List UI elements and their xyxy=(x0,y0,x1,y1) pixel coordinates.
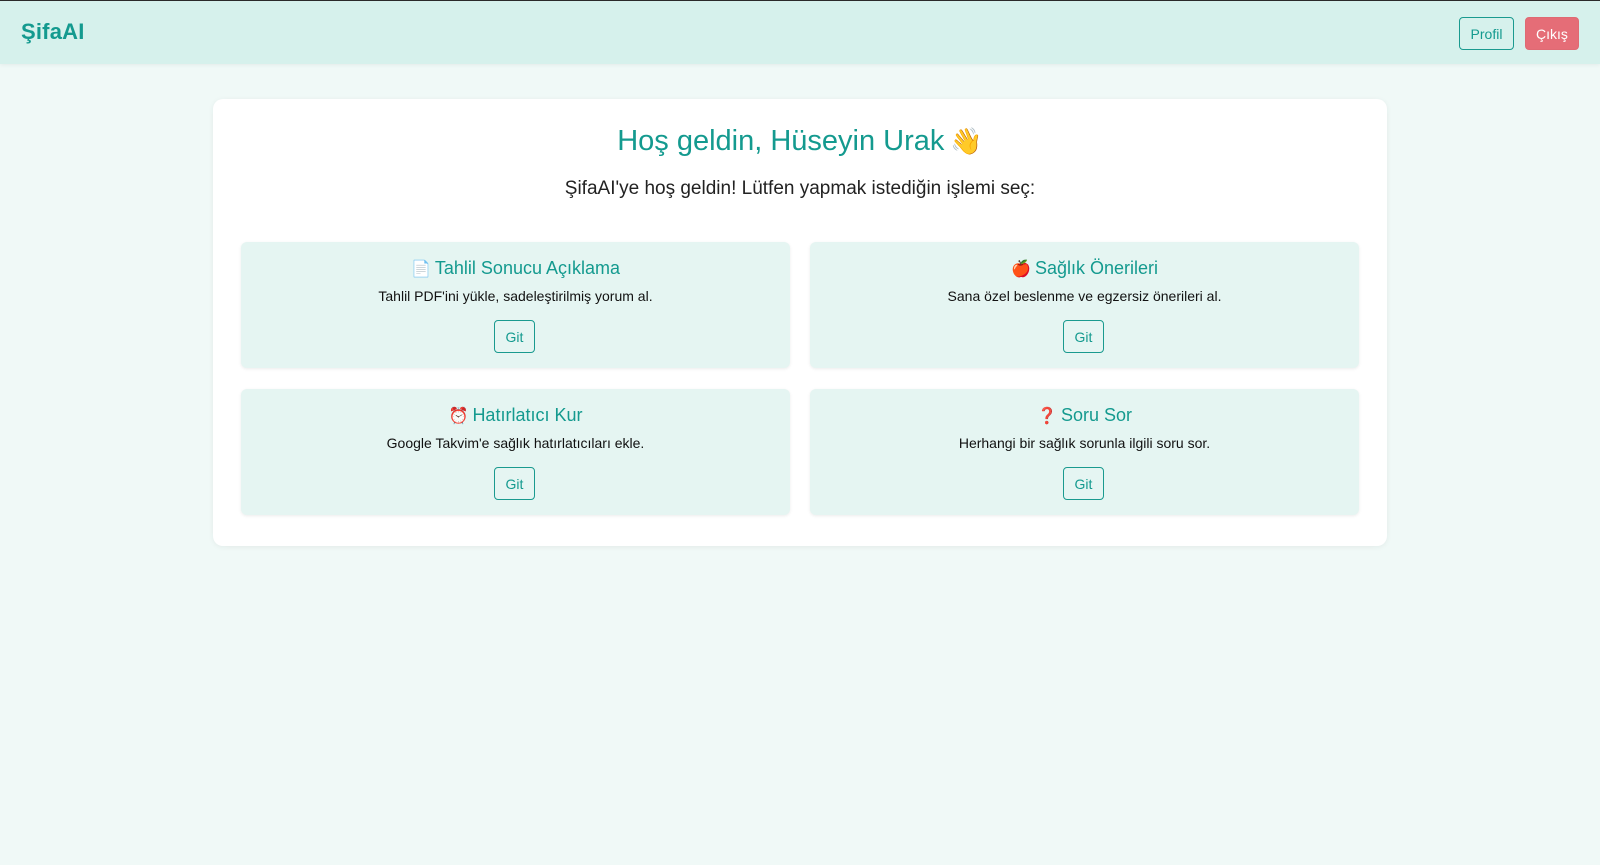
question-mark-icon: ❓ xyxy=(1037,406,1057,425)
card-title-text: Tahlil Sonucu Açıklama xyxy=(434,258,621,278)
card-title-text: Hatırlatıcı Kur xyxy=(472,405,583,425)
go-button-ask-question[interactable]: Git xyxy=(1063,467,1104,500)
card-description: Herhangi bir sağlık sorunla ilgili soru … xyxy=(958,435,1211,451)
card-ask-question: ❓ Soru Sor Herhangi bir sağlık sorunla il… xyxy=(810,389,1359,515)
card-health-advice: 🍎 Sağlık Önerileri Sana özel beslenme ve … xyxy=(810,242,1359,368)
card-description: Tahlil PDF'ini yükle, sadeleştirilmiş yo… xyxy=(378,288,653,304)
document-icon: 📄 xyxy=(410,259,431,278)
card-description: Sana özel beslenme ve egzersiz önerileri… xyxy=(947,288,1222,304)
card-title: 🍎 Sağlık Önerileri xyxy=(810,258,1359,279)
welcome-text: Hoş geldin, Hüseyin Urak xyxy=(617,125,945,157)
go-button-lab-results[interactable]: Git xyxy=(494,320,535,353)
welcome-subtitle: ŞifaAI'ye hoş geldin! Lütfen yapmak iste… xyxy=(564,178,1036,199)
go-button-health-advice[interactable]: Git xyxy=(1063,320,1104,353)
card-title: ⏰ Hatırlatıcı Kur xyxy=(241,405,790,426)
card-title: ❓ Soru Sor xyxy=(810,405,1359,426)
apple-icon: 🍎 xyxy=(1011,259,1031,278)
welcome-heading: Hoş geldin, Hüseyin Urak 👋 xyxy=(213,125,1387,158)
dashboard-panel: Hoş geldin, Hüseyin Urak 👋 ŞifaAI'ye hoş … xyxy=(213,99,1387,546)
card-title-text: Soru Sor xyxy=(1060,405,1132,425)
alarm-clock-icon: ⏰ xyxy=(448,406,469,425)
profile-button[interactable]: Profil xyxy=(1459,17,1514,50)
card-title-text: Sağlık Önerileri xyxy=(1034,258,1158,278)
card-description: Google Takvim'e sağlık hatırlatıcıları e… xyxy=(386,435,645,451)
brand-logo[interactable]: ŞifaAI xyxy=(21,19,85,45)
waving-hand-icon: 👋 xyxy=(950,127,983,157)
go-button-reminder[interactable]: Git xyxy=(494,467,535,500)
card-lab-results: 📄 Tahlil Sonucu Açıklama Tahlil PDF'ini y… xyxy=(241,242,790,368)
card-title: 📄 Tahlil Sonucu Açıklama xyxy=(241,258,790,279)
card-reminder: ⏰ Hatırlatıcı Kur Google Takvim'e sağlık … xyxy=(241,389,790,515)
top-navbar: ŞifaAI Profil Çıkış xyxy=(0,0,1600,64)
logout-button[interactable]: Çıkış xyxy=(1525,17,1579,50)
